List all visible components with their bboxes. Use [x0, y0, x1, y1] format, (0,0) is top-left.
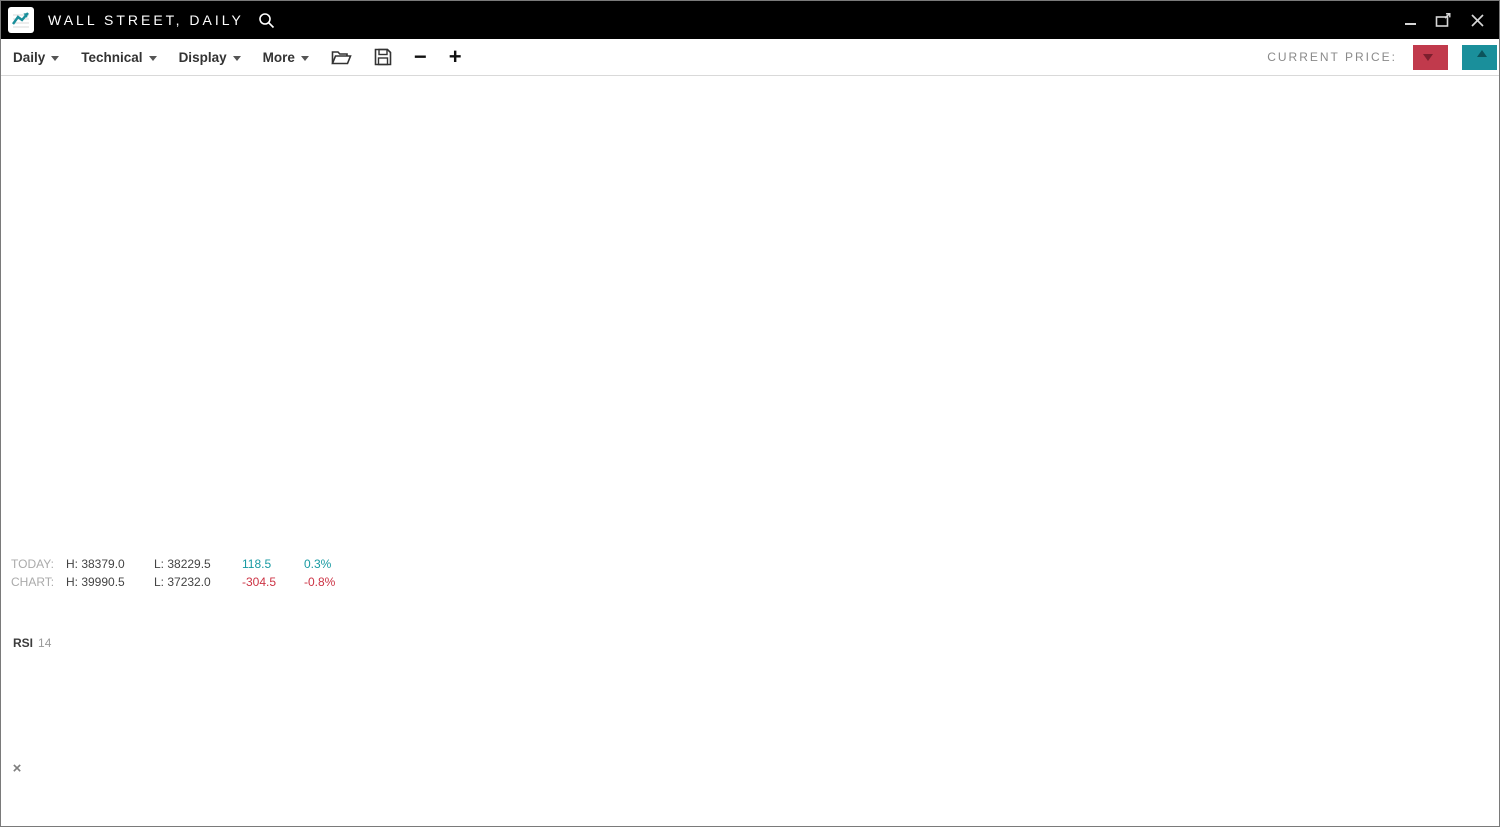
navigator-close-icon[interactable]: × — [9, 761, 25, 777]
trading-platform-window: WALL STREET, DAILY — [0, 0, 1500, 827]
chart-navigator[interactable] — [1, 1, 1500, 827]
